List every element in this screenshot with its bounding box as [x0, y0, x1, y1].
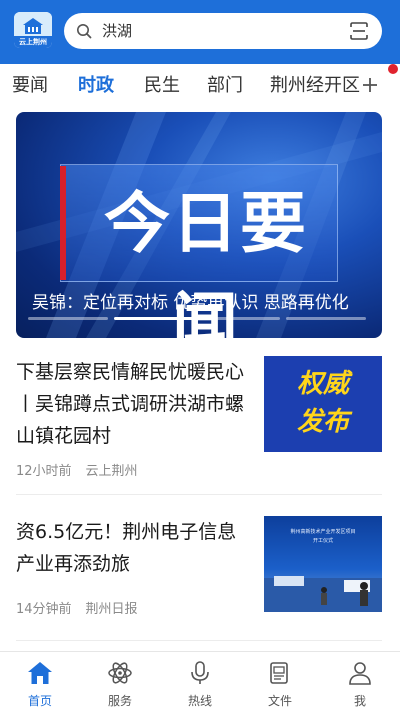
nav-label: 服务 — [107, 694, 132, 708]
app-header: 云上荆州 洪湖 — [0, 0, 400, 64]
tab-minsheng[interactable]: 民生 — [144, 64, 180, 108]
banner-caption: 吴锦：定位再对标 优势再认识 思路再优化 — [32, 293, 349, 313]
news-title: 资6.5亿元！荆州电子信息产业再添劲旅 — [16, 521, 237, 575]
divider — [16, 494, 382, 495]
tab-jingkaiqu[interactable]: 荆州经开区 — [270, 64, 360, 108]
banner-title: 今日要闻 — [104, 185, 308, 338]
category-tabs: 要闻 时政 民生 部门 荆州经开区 — [0, 64, 400, 108]
user-icon — [349, 662, 371, 685]
bottom-navigation: 首页 服务 热线 文件 我 — [0, 651, 400, 711]
building-icon — [23, 18, 43, 34]
nav-profile[interactable]: 我 — [320, 652, 400, 711]
search-icon — [77, 24, 92, 39]
carousel-indicator — [28, 317, 372, 321]
news-time: 12小时前 — [16, 464, 72, 479]
atom-icon — [108, 662, 132, 684]
logo-text: 云上荆州 — [14, 36, 52, 48]
home-icon — [28, 662, 52, 684]
news-title: 下基层察民情解民忧暖民心丨吴锦蹲点式调研洪湖市螺山镇花园村 — [16, 361, 245, 447]
nav-label: 我 — [353, 694, 366, 708]
microphone-icon — [191, 661, 209, 684]
accent-bar — [60, 166, 66, 280]
nav-home[interactable]: 首页 — [0, 652, 80, 711]
news-source: 荆州日报 — [85, 602, 138, 617]
news-source: 云上荆州 — [85, 464, 138, 479]
thumbnail-text-line-2: 发布 — [296, 407, 349, 437]
nav-hotline[interactable]: 热线 — [160, 652, 240, 711]
document-icon — [270, 662, 288, 684]
tab-shizheng[interactable]: 时政 — [78, 64, 114, 108]
nav-label: 文件 — [267, 694, 292, 708]
news-thumbnail: 荆州高新技术产业开发区项目 开工仪式 — [264, 516, 382, 612]
search-query: 洪湖 — [102, 22, 133, 40]
notification-dot — [388, 64, 398, 74]
headline-banner[interactable]: 今日要闻 吴锦：定位再对标 优势再认识 思路再优化 — [16, 112, 382, 338]
nav-label: 热线 — [187, 694, 212, 708]
event-photo — [264, 576, 382, 612]
carousel-dot — [28, 317, 108, 320]
news-meta: 14分钟前 荆州日报 — [16, 598, 138, 617]
news-item[interactable]: 下基层察民情解民忧暖民心丨吴锦蹲点式调研洪湖市螺山镇花园村 12小时前 云上荆州 … — [16, 356, 382, 480]
nav-service[interactable]: 服务 — [80, 652, 160, 711]
nav-documents[interactable]: 文件 — [240, 652, 320, 711]
carousel-dot — [200, 317, 280, 320]
news-item[interactable]: 资6.5亿元！荆州电子信息产业再添劲旅 14分钟前 荆州日报 荆州高新技术产业开发… — [16, 516, 382, 617]
thumbnail-text-line-1: 权威 — [296, 369, 349, 399]
add-tab-button[interactable] — [360, 72, 380, 98]
plus-icon — [363, 78, 377, 92]
carousel-dot-active — [114, 317, 194, 320]
news-meta: 12小时前 云上荆州 — [16, 460, 138, 479]
news-thumbnail: 权威 发布 — [264, 356, 382, 452]
app-logo[interactable]: 云上荆州 — [14, 12, 52, 48]
search-input[interactable]: 洪湖 — [64, 13, 382, 49]
carousel-dot — [286, 317, 366, 320]
scan-icon[interactable] — [350, 22, 368, 40]
news-time: 14分钟前 — [16, 602, 72, 617]
nav-label: 首页 — [27, 694, 52, 708]
tab-yaowen[interactable]: 要闻 — [12, 64, 48, 108]
divider — [16, 640, 382, 641]
tab-bumen[interactable]: 部门 — [207, 64, 243, 108]
